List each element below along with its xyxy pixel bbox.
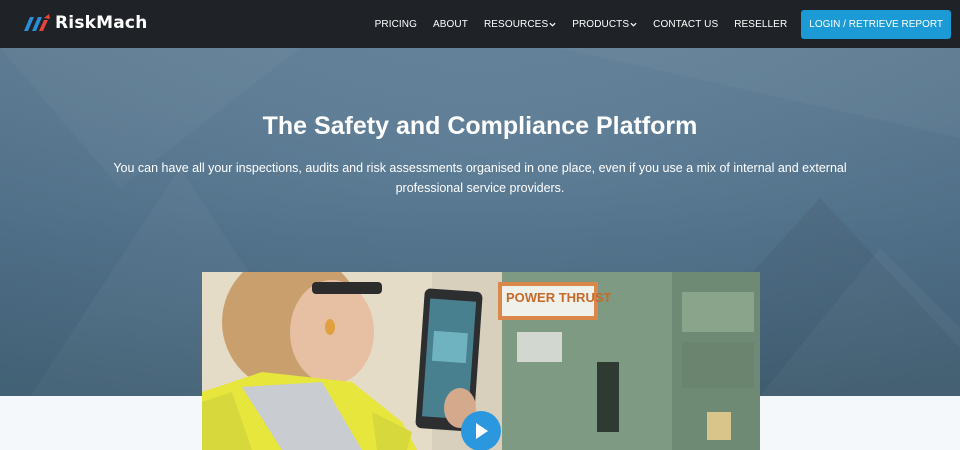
nav-item-resources[interactable]: RESOURCES [484,19,556,30]
nav-item-label: ABOUT [433,18,468,30]
site-header: RiskMach PRICING ABOUT RESOURCES PRODUCT… [0,0,960,48]
play-icon [476,423,488,439]
login-retrieve-report-button[interactable]: LOGIN / RETRIEVE REPORT [801,9,951,39]
intro-video[interactable]: POWER THRUST [202,272,760,450]
chevron-down-icon [549,22,556,27]
brand-name: RiskMach [55,13,148,33]
play-button[interactable] [461,411,501,450]
nav-item-label: CONTACT US [653,18,719,30]
brand-logo[interactable]: RiskMach [22,12,148,34]
main-nav: PRICING ABOUT RESOURCES PRODUCTS CONTACT… [359,0,951,48]
riskmach-logo-mark-icon [24,14,50,31]
nav-item-label: RESOURCES [483,18,549,30]
nav-item-pricing[interactable]: PRICING [375,19,417,30]
machine-sign-text: POWER THRUST [506,290,612,305]
chevron-down-icon [630,22,637,27]
nav-item-products[interactable]: PRODUCTS [572,19,637,30]
nav-item-about[interactable]: ABOUT [433,19,468,30]
hero-subtitle: You can have all your inspections, audit… [113,161,847,195]
hero-title: The Safety and Compliance Platform [262,112,698,140]
nav-item-reseller[interactable]: RESELLER [734,19,787,30]
nav-item-label: PRODUCTS [572,18,630,30]
nav-item-contact-us[interactable]: CONTACT US [653,19,718,30]
nav-item-label: PRICING [374,18,418,30]
nav-item-label: RESELLER [734,18,788,30]
